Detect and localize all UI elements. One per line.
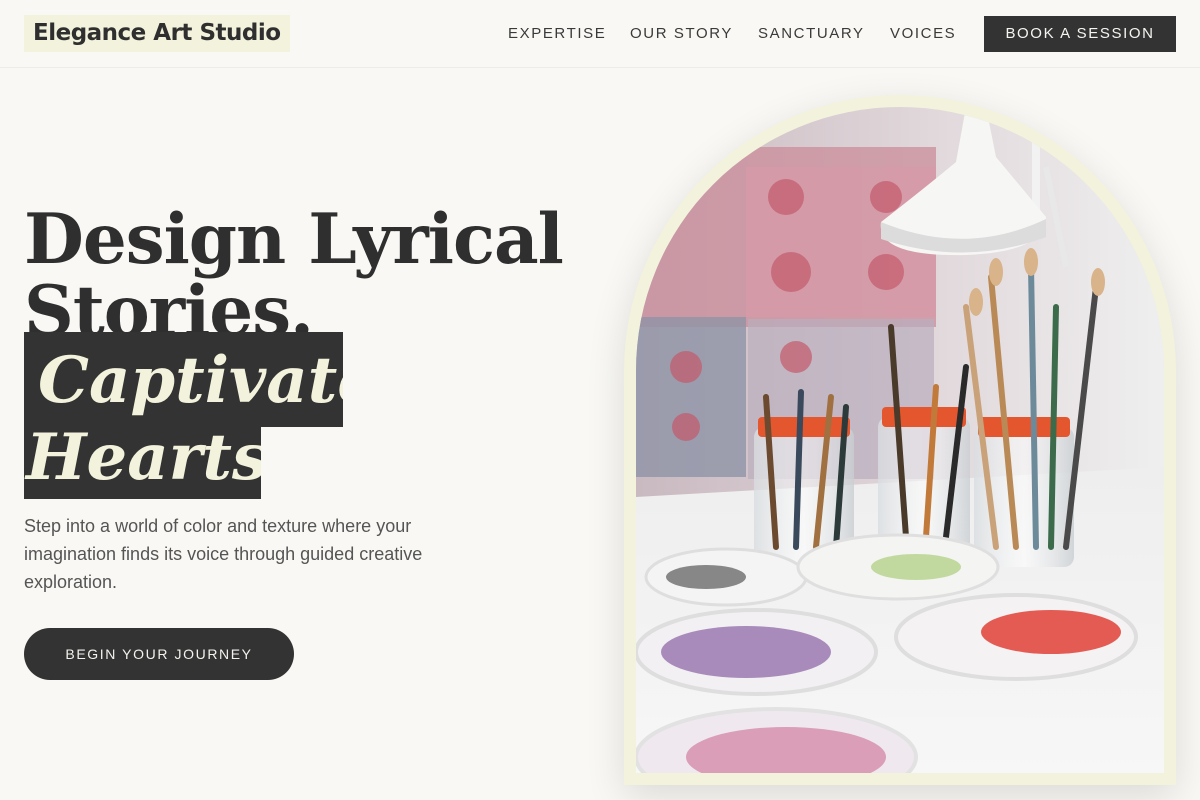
nav-link-sanctuary[interactable]: SANCTUARY <box>758 24 865 44</box>
top-navbar: Elegance Art Studio EXPERTISE OUR STORY … <box>0 0 1200 68</box>
book-session-button[interactable]: BOOK A SESSION <box>984 16 1176 52</box>
nav-link-voices[interactable]: VOICES <box>890 24 956 44</box>
hero-description: Step into a world of color and texture w… <box>24 516 423 592</box>
hero-headline-line-1: Design Lyrical <box>24 199 564 280</box>
nav-link-expertise[interactable]: EXPERTISE <box>508 24 606 44</box>
art-studio-photo <box>636 107 1164 773</box>
arch-image-frame <box>624 95 1176 785</box>
begin-journey-button[interactable]: BEGIN YOUR JOURNEY <box>24 628 294 680</box>
hero-highlight-captivate: Captivate <box>24 332 343 427</box>
hero-highlight-hearts: Hearts. <box>24 427 261 499</box>
nav-link-our-story[interactable]: OUR STORY <box>630 24 733 44</box>
brushes-illustration <box>636 107 1164 773</box>
